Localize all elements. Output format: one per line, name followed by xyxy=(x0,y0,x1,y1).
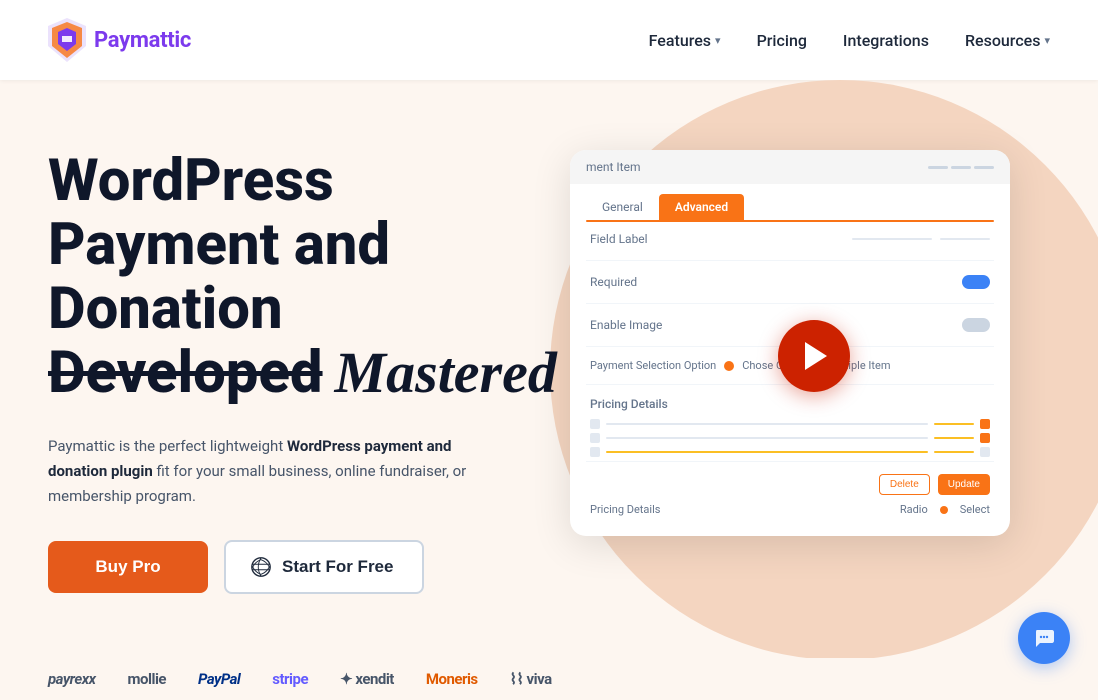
sc-pricing-rows xyxy=(570,419,1010,457)
sc-line-decoration xyxy=(852,238,932,240)
sc-prow-line xyxy=(606,437,928,439)
sc-divider xyxy=(586,303,994,304)
buy-pro-button[interactable]: Buy Pro xyxy=(48,541,208,593)
sc-dot xyxy=(951,166,971,169)
sc-radio-icon xyxy=(724,361,734,371)
logo-mollie: mollie xyxy=(128,670,166,688)
wordpress-icon xyxy=(250,556,272,578)
sc-toggle-required[interactable] xyxy=(962,275,990,289)
logo-text: Paymattic xyxy=(94,28,191,53)
logo-xendit: ✦ xendit xyxy=(340,670,394,688)
sc-bottom-options: Radio Select xyxy=(900,503,990,516)
paymattic-logo-icon xyxy=(48,18,86,62)
sc-header: ment Item xyxy=(570,150,1010,184)
logo-viva: ⌇⌇ viva xyxy=(510,670,552,688)
sc-check-icon xyxy=(590,447,600,457)
chat-widget[interactable] xyxy=(1018,612,1070,664)
hero-heading-line4: Developed Mastered xyxy=(48,341,568,406)
sc-dot xyxy=(928,166,948,169)
nav-resources[interactable]: Resources ▾ xyxy=(965,31,1050,50)
sc-tab-advanced[interactable]: Advanced xyxy=(659,194,744,220)
logo[interactable]: Paymattic xyxy=(48,18,191,62)
hero-visual: ment Item General Advanced Field Label xyxy=(568,120,1050,700)
nav-integrations[interactable]: Integrations xyxy=(843,31,929,50)
sc-required-row: Required xyxy=(570,265,1010,299)
logo-paypal: PayPal xyxy=(198,670,240,688)
sc-prow-line-short xyxy=(934,423,974,425)
chat-icon xyxy=(1032,626,1056,650)
sc-action-row: Delete Update xyxy=(570,466,1010,499)
start-free-button[interactable]: Start For Free xyxy=(224,540,424,594)
logos-bar: payrexx mollie PayPal stripe ✦ xendit Mo… xyxy=(0,658,1098,700)
sc-prow-line-orange xyxy=(606,451,928,453)
sc-dot xyxy=(974,166,994,169)
sc-update-button[interactable]: Update xyxy=(938,474,990,495)
sc-check-icon xyxy=(590,419,600,429)
sc-divider xyxy=(586,461,994,462)
logo-stripe: stripe xyxy=(272,670,308,688)
hero-content: WordPress Payment and Donation Developed… xyxy=(48,120,568,594)
logo-moneris: Moneris xyxy=(426,670,478,688)
hero-buttons: Buy Pro Start For Free xyxy=(48,540,568,594)
sc-bottom-row: Pricing Details Radio Select xyxy=(570,499,1010,520)
sc-field-label-row: Field Label xyxy=(570,222,1010,256)
sc-tabs: General Advanced xyxy=(570,184,1010,220)
logo-payrexx: payrexx xyxy=(48,670,96,688)
sc-header-dots xyxy=(928,166,994,169)
sc-divider xyxy=(586,384,994,385)
nav-features[interactable]: Features ▾ xyxy=(649,31,721,50)
sc-divider xyxy=(586,260,994,261)
sc-pricing-row xyxy=(590,433,990,443)
chevron-down-icon: ▾ xyxy=(1044,34,1050,47)
sc-line-short xyxy=(940,238,990,240)
sc-pricing-row xyxy=(590,447,990,457)
sc-prow-line-short xyxy=(934,437,974,439)
sc-prow-line xyxy=(606,423,928,425)
sc-field-line xyxy=(852,238,990,240)
site-header: Paymattic Features ▾ Pricing Integration… xyxy=(0,0,1098,80)
sc-check-icon xyxy=(590,433,600,443)
sc-prow-sq xyxy=(980,433,990,443)
sc-prow-line-short xyxy=(934,451,974,453)
main-nav: Features ▾ Pricing Integrations Resource… xyxy=(649,31,1050,50)
hero-heading: WordPress Payment and Donation Developed… xyxy=(48,150,568,406)
sc-radio-small xyxy=(940,506,948,514)
sc-pricing-label: Pricing Details xyxy=(570,389,1010,415)
play-button[interactable] xyxy=(778,320,850,392)
hero-description: Paymattic is the perfect lightweight Wor… xyxy=(48,434,508,508)
play-triangle-icon xyxy=(805,342,827,370)
sc-tab-general[interactable]: General xyxy=(586,194,659,220)
sc-toggle-image[interactable] xyxy=(962,318,990,332)
sc-prow-sq xyxy=(980,419,990,429)
sc-pricing-row xyxy=(590,419,990,429)
sc-delete-button[interactable]: Delete xyxy=(879,474,930,495)
sc-prow-sq-gray xyxy=(980,447,990,457)
hero-section: WordPress Payment and Donation Developed… xyxy=(0,80,1098,700)
nav-pricing[interactable]: Pricing xyxy=(757,31,807,50)
chevron-down-icon: ▾ xyxy=(715,34,721,47)
